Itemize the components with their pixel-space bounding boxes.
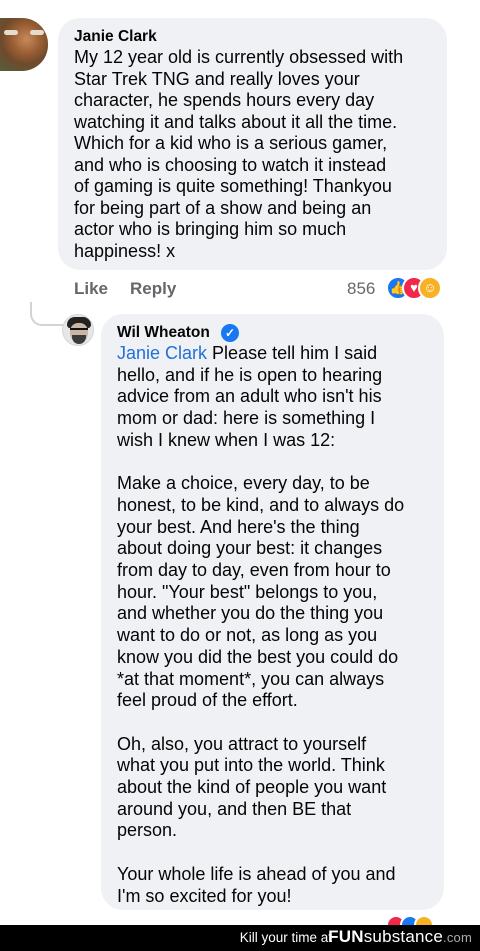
like-button[interactable]: Like — [74, 279, 108, 299]
comment-text: My 12 year old is currently obsessed wit… — [74, 47, 404, 261]
reply-comment: Wil Wheaton ✓ Janie Clark Please tell hi… — [0, 300, 480, 951]
mention-link[interactable]: Janie Clark — [117, 343, 207, 363]
reaction-count[interactable]: 856 — [347, 279, 375, 299]
logo-substance: substance — [363, 927, 444, 946]
care-icon: ☺ — [418, 276, 442, 300]
reply-author[interactable]: Wil Wheaton — [117, 324, 210, 342]
avatar-detail — [72, 335, 86, 344]
verified-badge-icon: ✓ — [221, 324, 239, 342]
avatar-detail — [4, 30, 18, 35]
watermark-tagline: Kill your time at — [239, 930, 332, 945]
reply-text: Janie Clark Please tell him I said hello… — [117, 343, 442, 907]
commenter-avatar[interactable] — [0, 18, 48, 71]
care-icon — [414, 915, 434, 925]
watermark-bar: Kill your time at FUNsubstance.com — [0, 925, 480, 951]
avatar-detail — [30, 30, 44, 35]
logo-domain: .com — [443, 930, 472, 945]
reply-bubble: Wil Wheaton ✓ Janie Clark Please tell hi… — [101, 314, 444, 910]
comment: Janie Clark My 12 year old is currently … — [0, 0, 480, 300]
comment-bubble: Janie Clark My 12 year old is currently … — [58, 18, 447, 270]
reply-button[interactable]: Reply — [130, 279, 176, 299]
avatar-detail — [70, 328, 88, 332]
logo-fun: FUN — [328, 927, 364, 946]
replier-avatar[interactable] — [62, 314, 94, 346]
comment-author[interactable]: Janie Clark — [74, 28, 157, 46]
watermark-logo: FUNsubstance.com — [328, 927, 472, 947]
reply-reaction-summary[interactable] — [386, 915, 446, 925]
reply-body: Please tell him I said hello, and if he … — [117, 343, 405, 906]
